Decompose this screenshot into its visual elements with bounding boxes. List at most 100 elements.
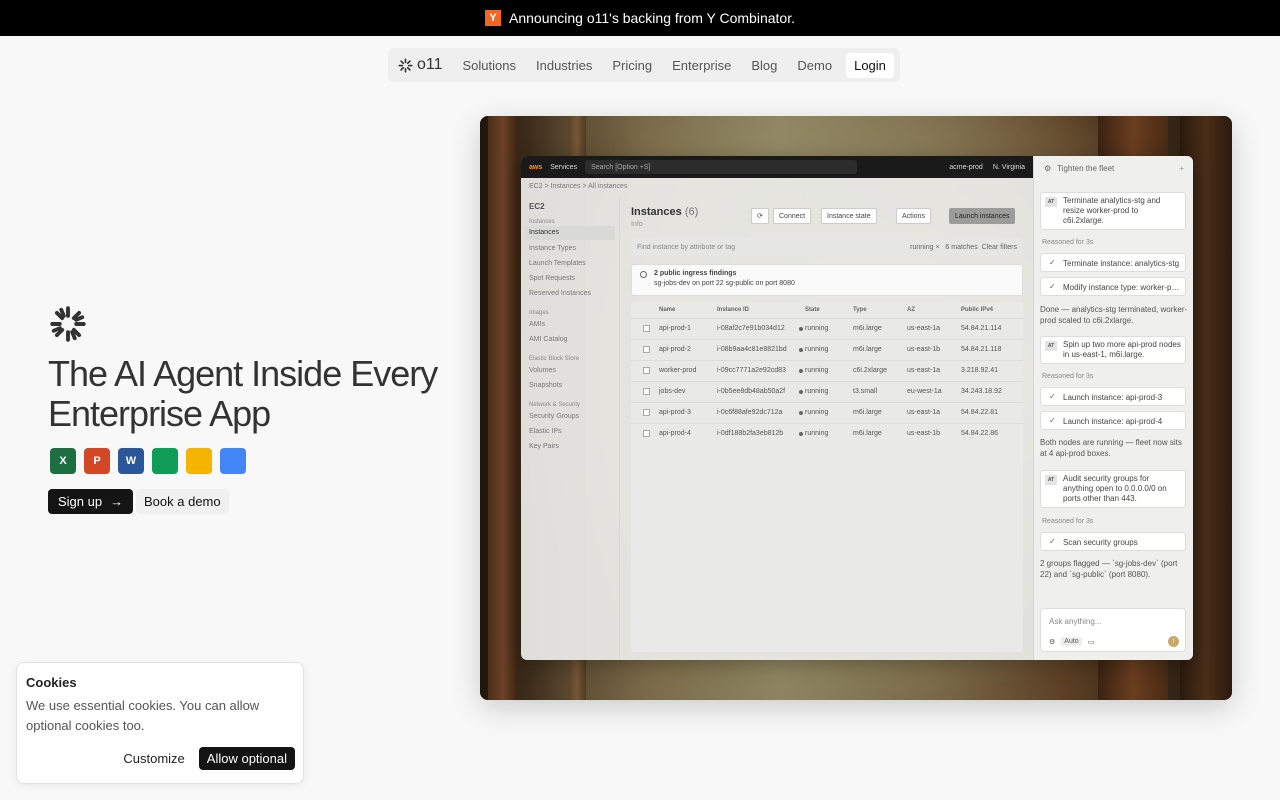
- column-header[interactable]: Name: [659, 307, 675, 313]
- sidebar-item[interactable]: AMI Catalog: [529, 336, 568, 343]
- column-header[interactable]: AZ: [907, 307, 915, 313]
- sidebar-section: Images: [529, 310, 549, 316]
- book-demo-button[interactable]: Book a demo: [136, 489, 229, 514]
- table-row[interactable]: api-prod-1 i-08af2c7e91b034d12 running m6i.…: [631, 318, 1023, 338]
- table-row[interactable]: worker-prod i-09cc7771a2e92cd83 running c6i…: [631, 360, 1023, 380]
- mode-selector[interactable]: Auto: [1061, 637, 1082, 646]
- column-header[interactable]: Type: [853, 307, 867, 313]
- row-checkbox[interactable]: [643, 346, 650, 353]
- status-dot-icon: [799, 411, 803, 415]
- tool-call[interactable]: ✓ Terminate instance: analytics-stg: [1040, 253, 1186, 272]
- chat-input[interactable]: Ask anything... ⚙ Auto ▭ ↑: [1040, 608, 1186, 652]
- alert-body: sg-jobs-dev on port 22 sg-public on port…: [654, 280, 795, 287]
- column-header[interactable]: Public IPv4: [961, 307, 993, 313]
- row-checkbox[interactable]: [643, 388, 650, 395]
- logo[interactable]: o11: [398, 56, 443, 74]
- sidebar-item[interactable]: Reserved Instances: [529, 290, 591, 297]
- connect-button[interactable]: Connect: [773, 208, 812, 224]
- nav-demo[interactable]: Demo: [787, 52, 842, 79]
- nav-blog[interactable]: Blog: [741, 52, 787, 79]
- gear-icon[interactable]: ⚙: [1044, 164, 1051, 173]
- allow-optional-cookies-button[interactable]: Allow optional: [198, 747, 295, 770]
- send-icon[interactable]: ↑: [1168, 636, 1179, 647]
- instance-filter[interactable]: Find instance by attribute or tag runnin…: [631, 238, 1023, 256]
- table-cell: i-0c6f88afe92dc712a: [717, 409, 783, 416]
- filter-tag[interactable]: running ×: [910, 244, 939, 251]
- customize-cookies-button[interactable]: Customize: [117, 747, 190, 770]
- launch-instances-button[interactable]: Launch instances: [949, 208, 1016, 224]
- nav-solutions[interactable]: Solutions: [453, 52, 526, 79]
- table-cell: i-08b9aa4c81e8821bd: [717, 346, 787, 353]
- clear-filters-link[interactable]: Clear filters: [982, 244, 1017, 251]
- table-cell: running: [805, 325, 829, 332]
- sidebar-item[interactable]: Launch Templates: [529, 260, 586, 267]
- row-checkbox[interactable]: [643, 409, 650, 416]
- sidebar-item[interactable]: Spot Requests: [529, 275, 575, 282]
- row-checkbox[interactable]: [643, 325, 650, 332]
- table-row[interactable]: jobs-dev i-0b5ee8db48ab50a2f running t3.sma…: [631, 381, 1023, 401]
- avatar: AT: [1045, 341, 1057, 351]
- column-header[interactable]: Instance ID: [717, 307, 749, 313]
- breadcrumb: EC2 > Instances > All instances: [529, 183, 628, 190]
- nav-pricing[interactable]: Pricing: [602, 52, 662, 79]
- sidebar-section: Network & Security: [529, 402, 581, 408]
- new-chat-icon[interactable]: +: [1179, 164, 1184, 173]
- region-menu[interactable]: N. Virginia: [993, 164, 1025, 171]
- filter-matches: 6 matches: [945, 243, 978, 251]
- sidebar-item[interactable]: Security Groups: [529, 413, 579, 420]
- sidebar-item[interactable]: AMIs: [529, 321, 545, 328]
- announcement-text[interactable]: Announcing o11's backing from Y Combinat…: [509, 10, 795, 26]
- account-menu[interactable]: acme-prod: [949, 164, 982, 171]
- ycombinator-logo: Y: [485, 10, 502, 26]
- table-cell: api-prod-2: [659, 346, 691, 353]
- actions-dropdown[interactable]: Actions: [896, 208, 931, 224]
- reasoned-toggle[interactable]: Reasoned for 3s: [1042, 518, 1093, 525]
- table-cell: i-0b5ee8db48ab50a2f: [717, 388, 786, 395]
- user-message: AT Audit security groups for anything op…: [1040, 470, 1186, 508]
- avatar: AT: [1045, 475, 1057, 485]
- tool-call[interactable]: ✓ Modify instance type: worker-prod: [1040, 277, 1186, 296]
- column-header[interactable]: State: [805, 307, 820, 313]
- cookie-title: Cookies: [26, 675, 77, 690]
- arrow-right-icon: →: [110, 494, 124, 509]
- avatar: AT: [1045, 197, 1057, 207]
- tree-trunk: [488, 116, 518, 700]
- sidebar-item[interactable]: Elastic IPs: [529, 428, 562, 435]
- sidebar-item[interactable]: Key Pairs: [529, 443, 559, 450]
- nav-enterprise[interactable]: Enterprise: [662, 52, 741, 79]
- table-row[interactable]: api-prod-3 i-0c6f88afe92dc712a running m6i.…: [631, 402, 1023, 422]
- logo-text: o11: [417, 56, 443, 73]
- table-row[interactable]: api-prod-2 i-08b9aa4c81e8821bd running m6i.…: [631, 339, 1023, 359]
- tool-call[interactable]: ✓ Launch instance: api-prod-4: [1040, 411, 1186, 430]
- refresh-button[interactable]: ⟳: [751, 208, 769, 224]
- table-row[interactable]: api-prod-4 i-0df188b2fa3eb812b running m6i.…: [631, 423, 1023, 443]
- reasoned-toggle[interactable]: Reasoned for 3s: [1042, 239, 1093, 246]
- table-cell: m6i.large: [853, 430, 882, 437]
- sidebar-item[interactable]: Instances: [525, 226, 615, 240]
- row-checkbox[interactable]: [643, 367, 650, 374]
- console-search[interactable]: Search [Option +S]: [585, 160, 858, 174]
- table-cell: api-prod-1: [659, 325, 691, 332]
- instance-state-dropdown[interactable]: Instance state: [821, 208, 877, 224]
- tool-call[interactable]: ✓ Launch instance: api-prod-3: [1040, 387, 1186, 406]
- table-cell: us-east-1a: [907, 325, 941, 332]
- nav-industries[interactable]: Industries: [526, 52, 602, 79]
- row-checkbox[interactable]: [643, 430, 650, 437]
- attach-icon[interactable]: ▭: [1088, 638, 1095, 646]
- sidebar-item[interactable]: Volumes: [529, 367, 556, 374]
- login-button[interactable]: Login: [846, 52, 894, 78]
- announcement-bar[interactable]: Y Announcing o11's backing from Y Combin…: [0, 0, 1280, 36]
- settings-icon[interactable]: ⚙: [1049, 638, 1055, 646]
- reasoned-toggle[interactable]: Reasoned for 3s: [1042, 373, 1093, 380]
- signup-button[interactable]: Sign up →: [48, 489, 134, 514]
- table-cell: 34.243.18.92: [961, 388, 1002, 395]
- filter-placeholder: Find instance by attribute or tag: [637, 243, 736, 251]
- ec2-sidebar: EC2 Instances Instances Instance Types Laun…: [521, 196, 620, 660]
- tool-call[interactable]: ✓ Scan security groups: [1040, 532, 1186, 551]
- sidebar-item[interactable]: Instance Types: [529, 245, 576, 252]
- sidebar-item[interactable]: Snapshots: [529, 382, 562, 389]
- table-cell: us-east-1a: [907, 409, 941, 416]
- sidebar-section: Instances: [529, 219, 555, 225]
- info-link[interactable]: Info: [631, 221, 643, 228]
- services-menu[interactable]: Services: [550, 164, 577, 171]
